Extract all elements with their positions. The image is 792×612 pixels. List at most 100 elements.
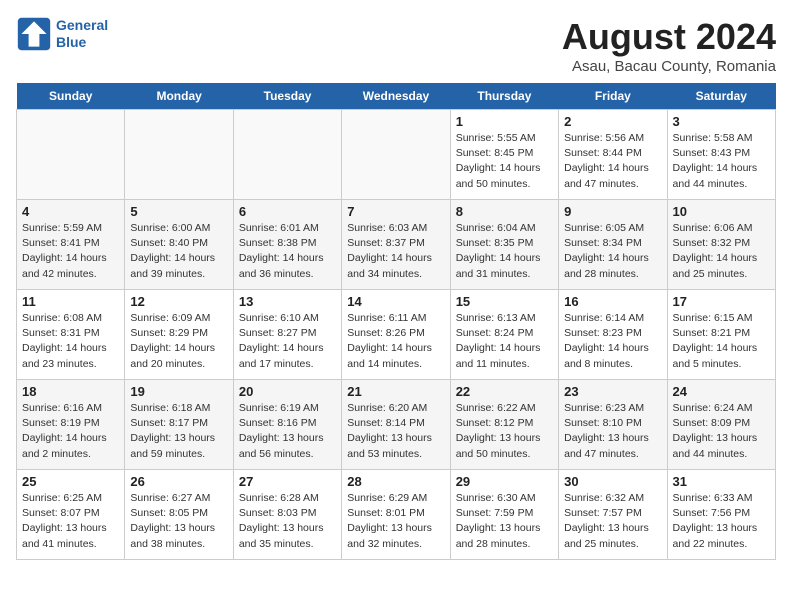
day-number: 5	[130, 204, 227, 219]
cell-content: Sunrise: 6:24 AM Sunset: 8:09 PM Dayligh…	[673, 401, 770, 462]
logo-line1: General	[56, 17, 108, 33]
day-number: 30	[564, 474, 661, 489]
cell-content: Sunrise: 6:30 AM Sunset: 7:59 PM Dayligh…	[456, 491, 553, 552]
calendar-cell: 27 Sunrise: 6:28 AM Sunset: 8:03 PM Dayli…	[233, 470, 341, 560]
cell-content: Sunrise: 5:56 AM Sunset: 8:44 PM Dayligh…	[564, 131, 661, 192]
calendar-cell: 21 Sunrise: 6:20 AM Sunset: 8:14 PM Dayli…	[342, 380, 450, 470]
calendar-cell: 16 Sunrise: 6:14 AM Sunset: 8:23 PM Dayli…	[559, 290, 667, 380]
cell-content: Sunrise: 5:55 AM Sunset: 8:45 PM Dayligh…	[456, 131, 553, 192]
day-number: 25	[22, 474, 119, 489]
calendar-cell: 23 Sunrise: 6:23 AM Sunset: 8:10 PM Dayli…	[559, 380, 667, 470]
cell-content: Sunrise: 6:29 AM Sunset: 8:01 PM Dayligh…	[347, 491, 444, 552]
day-number: 21	[347, 384, 444, 399]
day-number: 4	[22, 204, 119, 219]
calendar-cell	[17, 110, 125, 200]
calendar-cell: 18 Sunrise: 6:16 AM Sunset: 8:19 PM Dayli…	[17, 380, 125, 470]
day-number: 14	[347, 294, 444, 309]
calendar-cell	[125, 110, 233, 200]
title-area: August 2024 Asau, Bacau County, Romania	[562, 16, 776, 75]
week-row-3: 11 Sunrise: 6:08 AM Sunset: 8:31 PM Dayli…	[17, 290, 776, 380]
calendar-cell: 2 Sunrise: 5:56 AM Sunset: 8:44 PM Daylig…	[559, 110, 667, 200]
day-number: 19	[130, 384, 227, 399]
cell-content: Sunrise: 6:19 AM Sunset: 8:16 PM Dayligh…	[239, 401, 336, 462]
calendar-cell: 14 Sunrise: 6:11 AM Sunset: 8:26 PM Dayli…	[342, 290, 450, 380]
calendar-cell: 6Sunrise: 6:01 AM Sunset: 8:38 PM Daylig…	[233, 200, 341, 290]
day-number: 22	[456, 384, 553, 399]
day-number: 12	[130, 294, 227, 309]
calendar-cell: 20 Sunrise: 6:19 AM Sunset: 8:16 PM Dayli…	[233, 380, 341, 470]
week-row-5: 25 Sunrise: 6:25 AM Sunset: 8:07 PM Dayli…	[17, 470, 776, 560]
day-number: 20	[239, 384, 336, 399]
cell-content: Sunrise: 6:22 AM Sunset: 8:12 PM Dayligh…	[456, 401, 553, 462]
day-number: 7	[347, 204, 444, 219]
calendar-cell: 15Sunrise: 6:13 AM Sunset: 8:24 PM Dayli…	[450, 290, 558, 380]
day-number: 9	[564, 204, 661, 219]
calendar-table: SundayMondayTuesdayWednesdayThursdayFrid…	[16, 83, 776, 560]
day-number: 2	[564, 114, 661, 129]
cell-content: Sunrise: 6:09 AM Sunset: 8:29 PM Dayligh…	[130, 311, 227, 372]
cell-content: Sunrise: 6:05 AM Sunset: 8:34 PM Dayligh…	[564, 221, 661, 282]
cell-content: Sunrise: 6:01 AM Sunset: 8:38 PM Dayligh…	[239, 221, 336, 282]
day-number: 24	[673, 384, 770, 399]
cell-content: Sunrise: 6:14 AM Sunset: 8:23 PM Dayligh…	[564, 311, 661, 372]
calendar-cell: 19 Sunrise: 6:18 AM Sunset: 8:17 PM Dayli…	[125, 380, 233, 470]
day-header-wednesday: Wednesday	[342, 83, 450, 110]
calendar-cell: 7 Sunrise: 6:03 AM Sunset: 8:37 PM Daylig…	[342, 200, 450, 290]
day-header-monday: Monday	[125, 83, 233, 110]
calendar-cell: 17 Sunrise: 6:15 AM Sunset: 8:21 PM Dayli…	[667, 290, 775, 380]
cell-content: Sunrise: 6:06 AM Sunset: 8:32 PM Dayligh…	[673, 221, 770, 282]
cell-content: Sunrise: 6:18 AM Sunset: 8:17 PM Dayligh…	[130, 401, 227, 462]
cell-content: Sunrise: 6:11 AM Sunset: 8:26 PM Dayligh…	[347, 311, 444, 372]
calendar-cell: 4Sunrise: 5:59 AM Sunset: 8:41 PM Daylig…	[17, 200, 125, 290]
calendar-cell: 11 Sunrise: 6:08 AM Sunset: 8:31 PM Dayli…	[17, 290, 125, 380]
cell-content: Sunrise: 6:15 AM Sunset: 8:21 PM Dayligh…	[673, 311, 770, 372]
header: General Blue August 2024 Asau, Bacau Cou…	[16, 16, 776, 75]
calendar-cell: 1 Sunrise: 5:55 AM Sunset: 8:45 PM Daylig…	[450, 110, 558, 200]
day-number: 27	[239, 474, 336, 489]
cell-content: Sunrise: 6:28 AM Sunset: 8:03 PM Dayligh…	[239, 491, 336, 552]
calendar-cell	[342, 110, 450, 200]
days-header-row: SundayMondayTuesdayWednesdayThursdayFrid…	[17, 83, 776, 110]
calendar-cell: 24 Sunrise: 6:24 AM Sunset: 8:09 PM Dayli…	[667, 380, 775, 470]
cell-content: Sunrise: 6:00 AM Sunset: 8:40 PM Dayligh…	[130, 221, 227, 282]
cell-content: Sunrise: 6:08 AM Sunset: 8:31 PM Dayligh…	[22, 311, 119, 372]
cell-content: Sunrise: 6:27 AM Sunset: 8:05 PM Dayligh…	[130, 491, 227, 552]
calendar-cell: 3 Sunrise: 5:58 AM Sunset: 8:43 PM Daylig…	[667, 110, 775, 200]
calendar-cell: 5 Sunrise: 6:00 AM Sunset: 8:40 PM Daylig…	[125, 200, 233, 290]
day-header-saturday: Saturday	[667, 83, 775, 110]
cell-content: Sunrise: 6:03 AM Sunset: 8:37 PM Dayligh…	[347, 221, 444, 282]
day-number: 23	[564, 384, 661, 399]
cell-content: Sunrise: 5:58 AM Sunset: 8:43 PM Dayligh…	[673, 131, 770, 192]
day-number: 15	[456, 294, 553, 309]
day-header-tuesday: Tuesday	[233, 83, 341, 110]
calendar-cell: 26 Sunrise: 6:27 AM Sunset: 8:05 PM Dayli…	[125, 470, 233, 560]
calendar-cell: 31 Sunrise: 6:33 AM Sunset: 7:56 PM Dayli…	[667, 470, 775, 560]
day-number: 26	[130, 474, 227, 489]
calendar-cell: 28 Sunrise: 6:29 AM Sunset: 8:01 PM Dayli…	[342, 470, 450, 560]
week-row-2: 4Sunrise: 5:59 AM Sunset: 8:41 PM Daylig…	[17, 200, 776, 290]
day-number: 16	[564, 294, 661, 309]
day-number: 1	[456, 114, 553, 129]
logo-line2: Blue	[56, 34, 86, 50]
calendar-cell: 30 Sunrise: 6:32 AM Sunset: 7:57 PM Dayli…	[559, 470, 667, 560]
logo-text: General Blue	[56, 17, 108, 51]
subtitle: Asau, Bacau County, Romania	[562, 58, 776, 75]
day-number: 29	[456, 474, 553, 489]
day-number: 18	[22, 384, 119, 399]
day-number: 31	[673, 474, 770, 489]
day-header-sunday: Sunday	[17, 83, 125, 110]
cell-content: Sunrise: 6:33 AM Sunset: 7:56 PM Dayligh…	[673, 491, 770, 552]
day-number: 3	[673, 114, 770, 129]
calendar-cell: 25 Sunrise: 6:25 AM Sunset: 8:07 PM Dayli…	[17, 470, 125, 560]
cell-content: Sunrise: 6:16 AM Sunset: 8:19 PM Dayligh…	[22, 401, 119, 462]
day-number: 28	[347, 474, 444, 489]
cell-content: Sunrise: 6:20 AM Sunset: 8:14 PM Dayligh…	[347, 401, 444, 462]
cell-content: Sunrise: 6:23 AM Sunset: 8:10 PM Dayligh…	[564, 401, 661, 462]
cell-content: Sunrise: 6:25 AM Sunset: 8:07 PM Dayligh…	[22, 491, 119, 552]
day-number: 11	[22, 294, 119, 309]
main-title: August 2024	[562, 16, 776, 58]
calendar-cell: 12 Sunrise: 6:09 AM Sunset: 8:29 PM Dayli…	[125, 290, 233, 380]
day-number: 17	[673, 294, 770, 309]
cell-content: Sunrise: 6:32 AM Sunset: 7:57 PM Dayligh…	[564, 491, 661, 552]
calendar-cell	[233, 110, 341, 200]
